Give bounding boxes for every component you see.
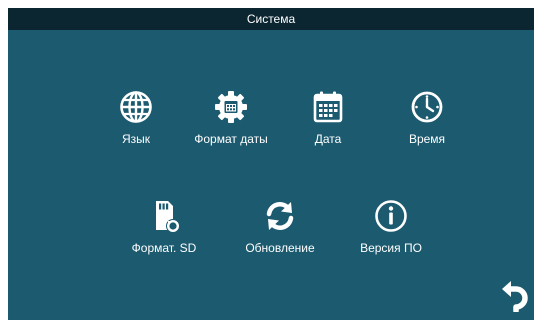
globe-icon [119, 90, 153, 124]
menu-item-update[interactable]: Обновление [230, 199, 330, 261]
menu-item-date-format[interactable]: Формат даты [181, 90, 281, 152]
back-arrow-icon [500, 280, 530, 312]
menu-item-time-label: Время [408, 132, 446, 146]
menu-item-date-format-label: Формат даты [194, 132, 268, 146]
page-title: Система [8, 8, 534, 30]
calendar-icon [311, 90, 345, 124]
info-icon [374, 199, 408, 233]
sd-card-format-icon [147, 199, 181, 233]
menu-item-language-label: Язык [121, 132, 151, 146]
menu-item-date-label: Дата [314, 132, 342, 146]
clock-icon [410, 90, 444, 124]
menu-item-update-label: Обновление [245, 241, 315, 255]
menu-item-language[interactable]: Язык [86, 90, 186, 152]
menu-item-software-version[interactable]: Версия ПО [341, 199, 441, 261]
menu-item-format-sd[interactable]: Формат. SD [114, 199, 214, 261]
menu-item-date[interactable]: Дата [278, 90, 378, 152]
menu-item-time[interactable]: Время [377, 90, 477, 152]
refresh-icon [263, 199, 297, 233]
back-button[interactable] [500, 280, 530, 312]
system-settings-screen: Система Язык Формат даты Дата Время Форм… [8, 8, 534, 320]
menu-item-format-sd-label: Формат. SD [131, 241, 197, 255]
menu-item-software-version-label: Версия ПО [360, 241, 422, 255]
gear-calendar-icon [214, 90, 248, 124]
